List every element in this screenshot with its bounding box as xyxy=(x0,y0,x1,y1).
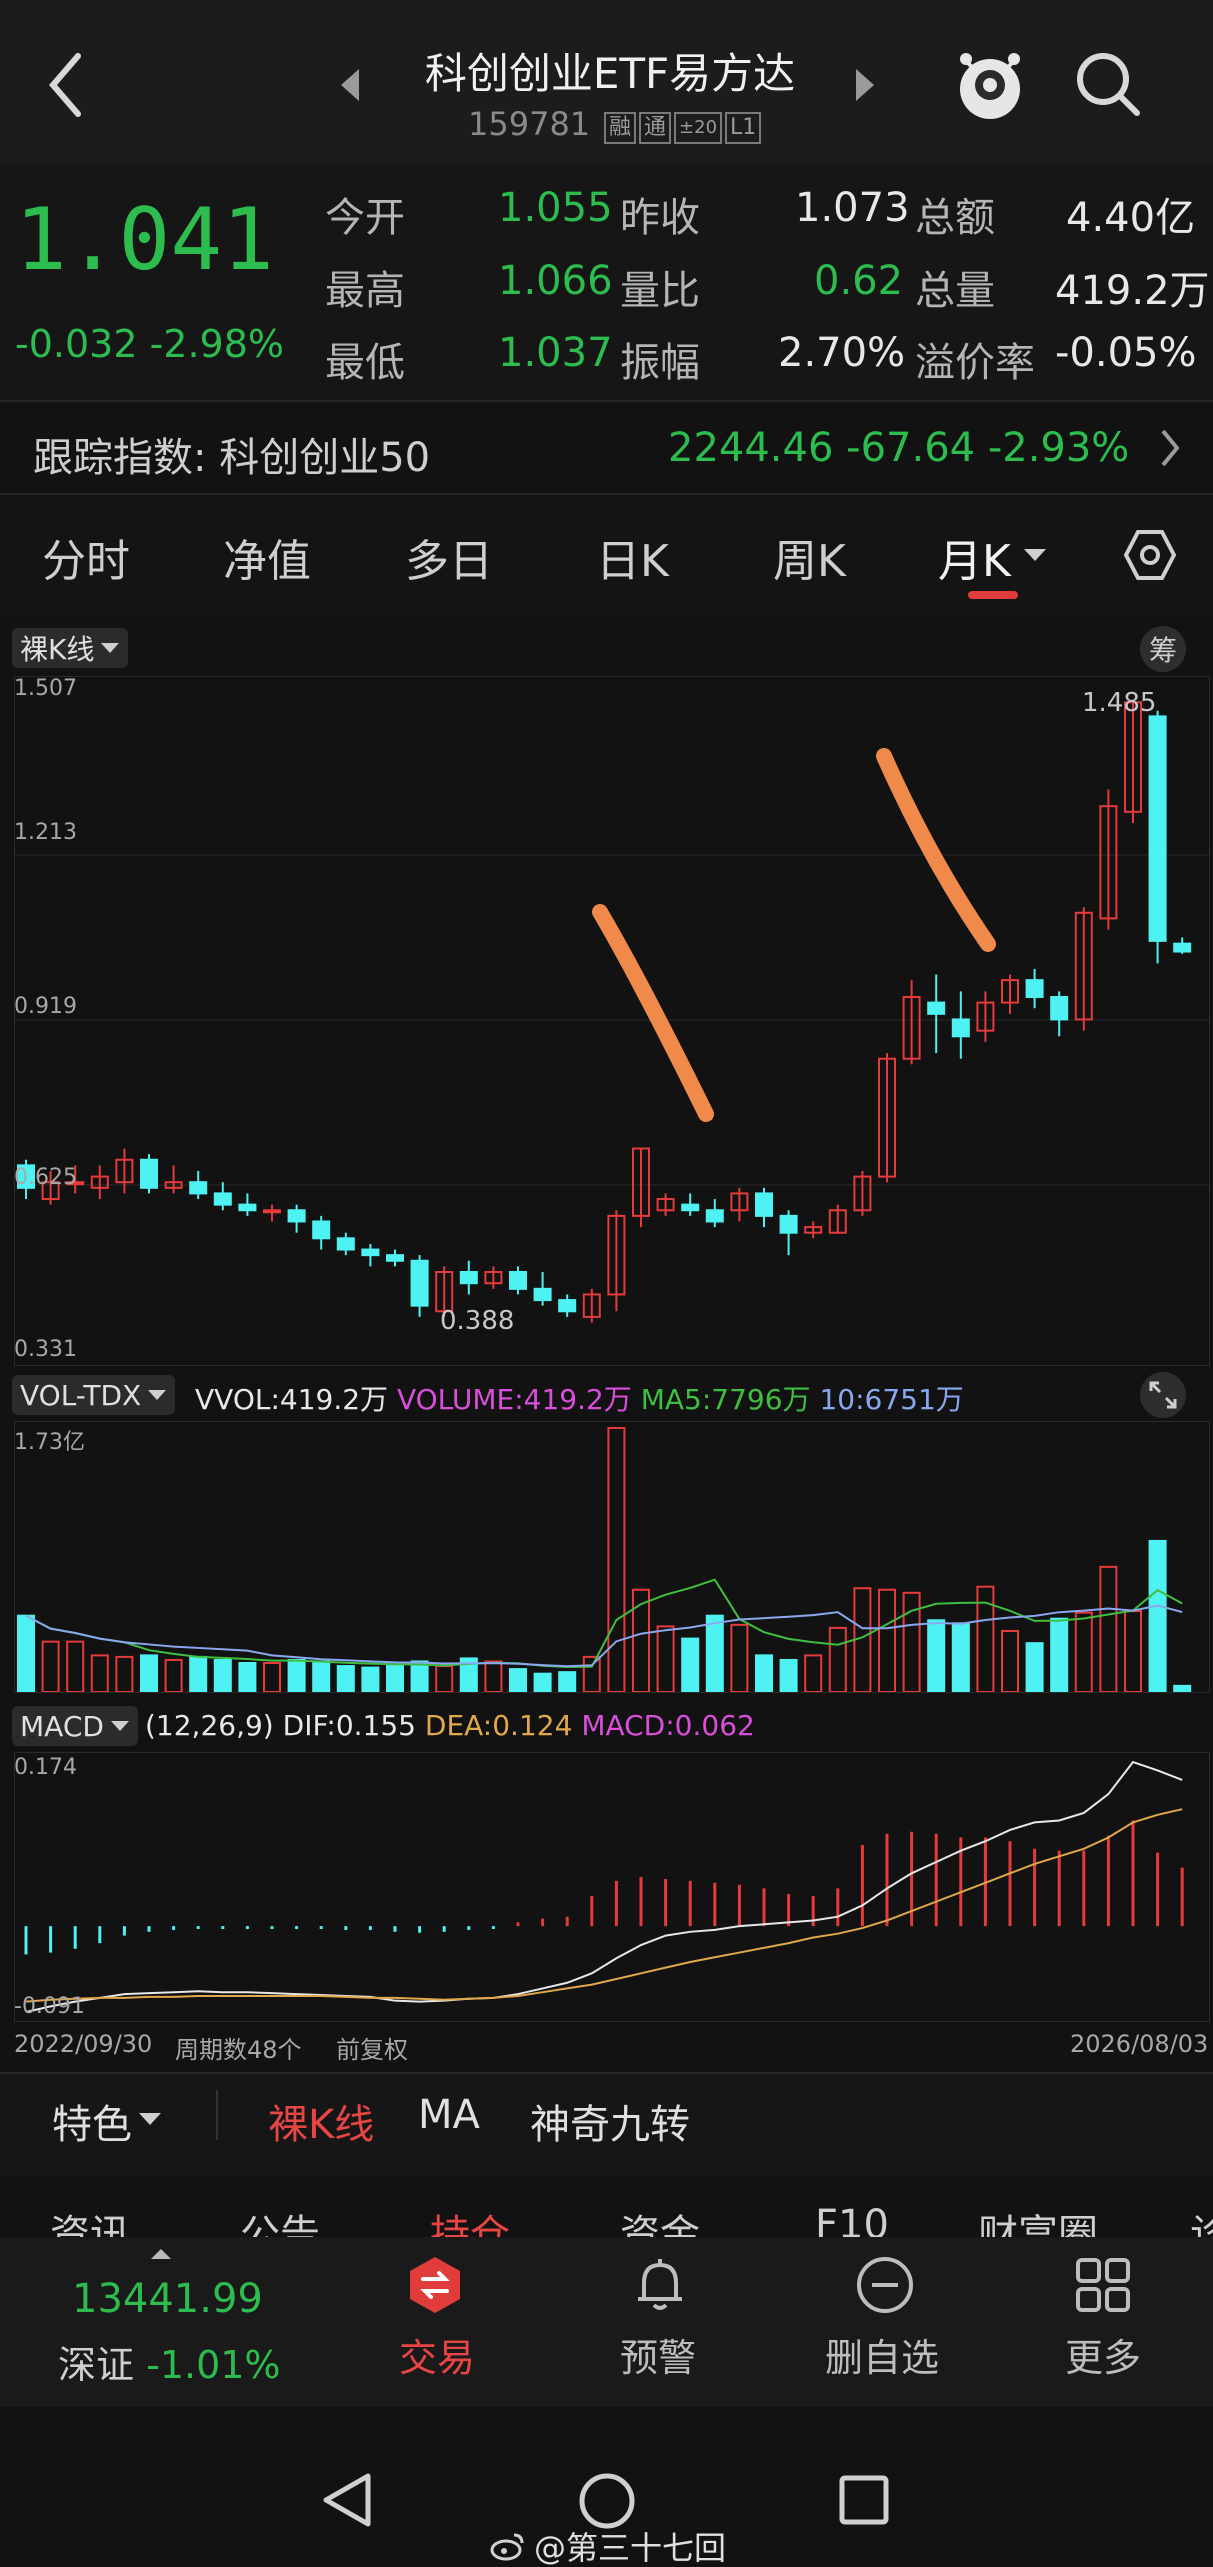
candle-down xyxy=(1173,942,1192,953)
candle-down xyxy=(410,1259,429,1307)
tab-holdings[interactable]: 持仓 xyxy=(430,2202,510,2237)
system-recents-icon[interactable] xyxy=(838,2474,890,2530)
nav-alert-label: 预警 xyxy=(620,2336,697,2380)
indicator-nine-turns[interactable]: 神奇九转 xyxy=(530,2092,690,2150)
bell-icon xyxy=(630,2255,690,2315)
candle-down xyxy=(927,1001,946,1015)
ma5-value: MA5:7796万 xyxy=(640,1383,811,1416)
feature-caret-icon xyxy=(138,2111,162,2130)
macd-axis-bottom: -0.091 xyxy=(14,1994,85,2019)
candle-down xyxy=(681,1203,700,1212)
index-change: -1.01% xyxy=(146,2343,281,2387)
volume-value: VOLUME:419.2万 xyxy=(396,1383,632,1416)
index-name: 深证 xyxy=(58,2343,135,2387)
grid-icon xyxy=(1073,2255,1133,2315)
volume-axis-top: 1.73亿 xyxy=(14,1430,85,1455)
tab-diagnosis[interactable]: 诊 xyxy=(1190,2202,1213,2237)
candle-down xyxy=(238,1203,257,1212)
macd-chart-frame xyxy=(14,1752,1210,2022)
candle-down xyxy=(459,1270,478,1285)
candle-down xyxy=(533,1287,552,1302)
tab-f10[interactable]: F10 xyxy=(815,2202,889,2237)
candle-down xyxy=(705,1209,724,1223)
indicator-bare-k[interactable]: 裸K线 xyxy=(268,2092,374,2150)
nav-trade[interactable]: 交易 xyxy=(375,2255,495,2385)
candle-down xyxy=(509,1270,527,1290)
candle-down xyxy=(386,1254,404,1262)
macd-axis-top: 0.174 xyxy=(14,1755,77,1780)
candle-down xyxy=(312,1220,331,1240)
index-value[interactable]: 13441.99 xyxy=(72,2276,263,2322)
volume-indicator-selector[interactable]: VOL-TDX xyxy=(12,1375,176,1415)
high-price-annotation: 1.485 xyxy=(1082,688,1157,718)
date-end: 2026/08/03 xyxy=(1070,2030,1209,2058)
candle-up xyxy=(263,1209,281,1214)
macd-params: (12,26,9) xyxy=(145,1709,274,1742)
indicator-divider xyxy=(216,2090,218,2140)
tab-announcements[interactable]: 公告 xyxy=(240,2202,320,2237)
nav-more[interactable]: 更多 xyxy=(1043,2255,1163,2385)
vvol-value: VVOL:419.2万 xyxy=(195,1383,389,1416)
candle-down xyxy=(361,1248,380,1257)
nav-trade-label: 交易 xyxy=(399,2336,476,2380)
dif-value: DIF:0.155 xyxy=(282,1709,416,1742)
candle-down xyxy=(189,1181,208,1195)
annotation-stroke xyxy=(592,904,714,1122)
candle-down xyxy=(755,1192,773,1217)
tab-funds[interactable]: 资金 xyxy=(620,2202,700,2237)
info-tab-strip: 资讯 公告 持仓 资金 F10 财富圈 诊 xyxy=(0,2177,1213,2237)
indicator-ma[interactable]: MA xyxy=(418,2092,480,2138)
price-adjust-mode[interactable]: 前复权 xyxy=(336,2030,408,2065)
low-price-annotation: 0.388 xyxy=(440,1306,515,1336)
watermark: @第三十七回 xyxy=(490,2523,726,2567)
macd-indicator-caret-icon xyxy=(110,1721,129,1731)
volume-legend: VVOL:419.2万 VOLUME:419.2万 MA5:7796万 10:6… xyxy=(195,1378,964,1418)
candle-down xyxy=(213,1192,232,1206)
tab-wealth-circle[interactable]: 财富圈 xyxy=(978,2202,1098,2237)
date-start: 2022/09/30 xyxy=(14,2030,153,2058)
candle-down xyxy=(1025,979,1044,998)
period-count: 周期数48个 xyxy=(175,2036,302,2064)
candle-down xyxy=(336,1237,355,1251)
price-axis-4: 0.625 xyxy=(14,1165,77,1190)
candle-down xyxy=(287,1209,306,1223)
macd-indicator-selector[interactable]: MACD xyxy=(12,1706,138,1746)
nav-remove-label: 删自选 xyxy=(825,2336,940,2380)
price-axis-2: 1.213 xyxy=(14,820,77,845)
tab-news[interactable]: 资讯 xyxy=(50,2202,130,2237)
volume-indicator-caret-icon xyxy=(148,1390,167,1400)
annotation-stroke xyxy=(876,748,996,952)
price-axis-3: 0.919 xyxy=(14,994,77,1019)
ma10-value: 10:6751万 xyxy=(819,1383,964,1416)
volume-indicator-label: VOL-TDX xyxy=(20,1378,142,1412)
dea-value: DEA:0.124 xyxy=(424,1709,573,1742)
candle-down xyxy=(779,1214,798,1234)
macd-legend: (12,26,9) DIF:0.155 DEA:0.124 MACD:0.062 xyxy=(145,1709,755,1742)
candle-down xyxy=(140,1158,158,1189)
volume-chart-frame xyxy=(14,1421,1210,1693)
index-expand-caret-icon xyxy=(150,2245,172,2264)
weibo-logo-icon xyxy=(490,2533,524,2561)
remove-circle-icon xyxy=(855,2255,915,2315)
system-back-icon[interactable] xyxy=(318,2470,376,2534)
nav-alert[interactable]: 预警 xyxy=(600,2255,720,2385)
candle-down xyxy=(1050,995,1069,1021)
price-axis-top: 1.507 xyxy=(14,676,77,701)
candle-down xyxy=(558,1299,577,1313)
expand-icon[interactable] xyxy=(1140,1372,1186,1418)
candle-down xyxy=(1148,715,1167,942)
macd-indicator-label: MACD xyxy=(20,1709,104,1743)
watermark-text: @第三十七回 xyxy=(534,2529,727,2567)
nav-more-label: 更多 xyxy=(1065,2336,1142,2380)
candle-down xyxy=(951,1018,970,1038)
macd-value: MACD:0.062 xyxy=(581,1709,755,1742)
nav-remove-watchlist[interactable]: 删自选 xyxy=(810,2255,960,2385)
trade-icon xyxy=(405,2255,465,2315)
index-summary[interactable]: 深证 -1.01% xyxy=(58,2334,281,2389)
feature-menu[interactable]: 特色 xyxy=(52,2092,132,2150)
price-axis-bottom: 0.331 xyxy=(14,1337,77,1362)
